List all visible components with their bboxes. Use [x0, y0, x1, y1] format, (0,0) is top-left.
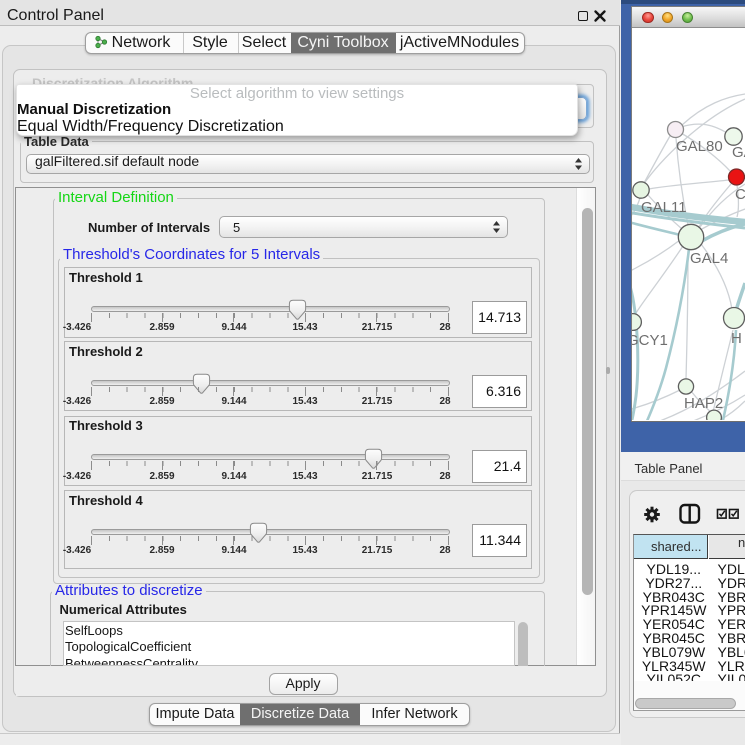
svg-text:HAP2: HAP2	[684, 395, 723, 412]
svg-text:GA: GA	[732, 144, 745, 161]
svg-text:H: H	[731, 330, 742, 347]
svg-text:CD: CD	[735, 186, 745, 203]
svg-text:GAL4: GAL4	[690, 250, 728, 267]
svg-text:GAL11: GAL11	[641, 199, 687, 216]
svg-text:GAL80: GAL80	[676, 138, 723, 155]
svg-text:GCY1: GCY1	[632, 332, 668, 349]
